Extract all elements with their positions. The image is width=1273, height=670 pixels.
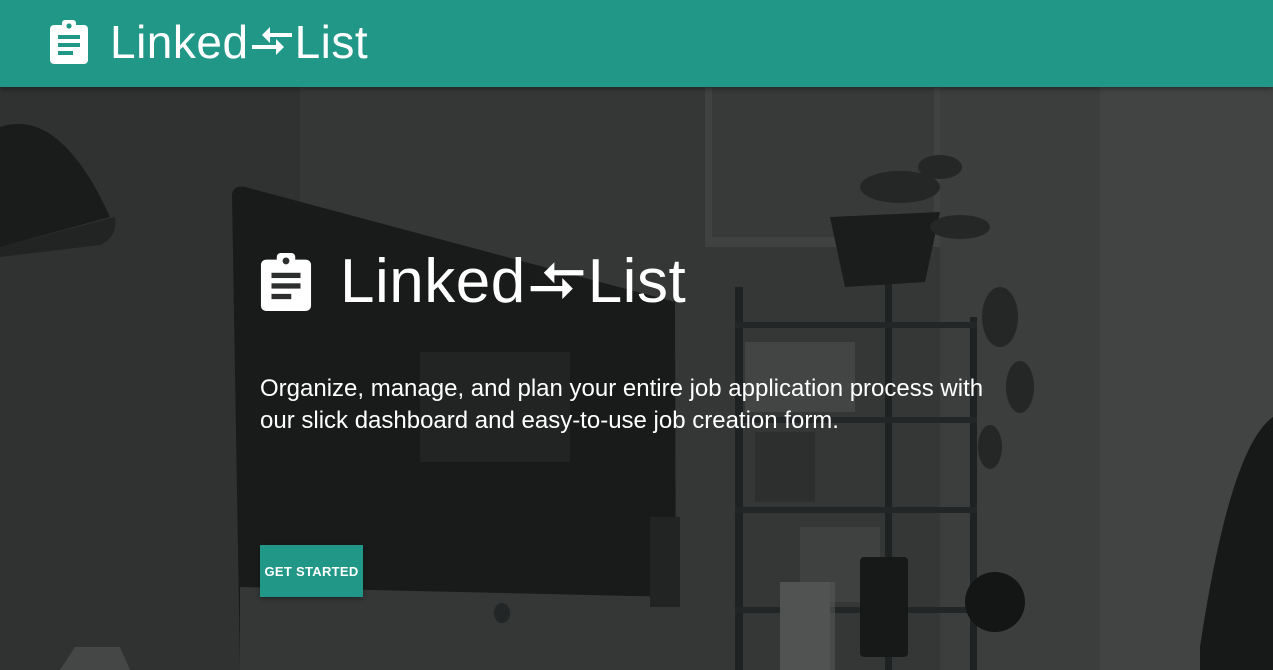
assignment-clipboard-icon xyxy=(260,253,312,311)
brand-word-left: Linked xyxy=(110,16,249,68)
brand-word-right: List xyxy=(294,16,369,68)
compare-arrows-icon xyxy=(251,27,292,55)
hero-content: Linked List Organize, manage, and plan y… xyxy=(260,247,1040,597)
hero-brand-word-right: List xyxy=(587,247,687,316)
app-bar: Linked List xyxy=(0,0,1273,87)
compare-arrows-icon xyxy=(530,262,584,300)
brand-logo-link[interactable]: Linked List xyxy=(50,14,368,70)
hero-brand-logo: Linked List xyxy=(260,247,1040,317)
assignment-clipboard-icon xyxy=(50,20,88,64)
hero-brand-word-left: Linked xyxy=(340,247,526,316)
get-started-button[interactable]: GET STARTED xyxy=(260,545,363,597)
hero-section: Linked List Organize, manage, and plan y… xyxy=(0,87,1273,670)
hero-tagline: Organize, manage, and plan your entire j… xyxy=(260,375,984,434)
